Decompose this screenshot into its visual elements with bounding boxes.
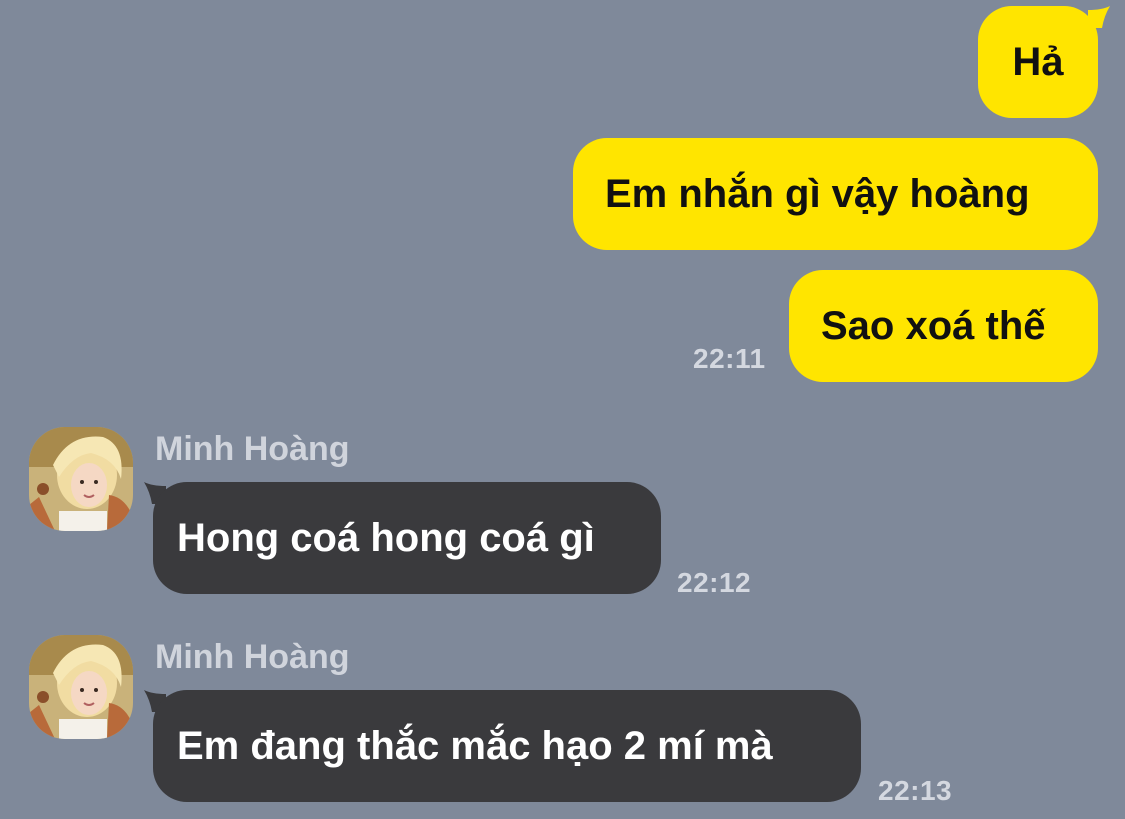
message-text: Sao xoá thế	[821, 304, 1046, 348]
outgoing-message-bubble[interactable]: Em nhắn gì vậy hoàng	[573, 138, 1098, 250]
profile-avatar-icon	[29, 427, 133, 531]
message-timestamp: 22:12	[677, 567, 752, 598]
sender-name: Minh Hoàng	[155, 638, 350, 676]
incoming-message-bubble[interactable]: Em đang thắc mắc hạo 2 mí mà	[153, 690, 861, 802]
message-text: Hả	[1012, 40, 1064, 84]
sender-name: Minh Hoàng	[155, 430, 350, 468]
chat-message-list[interactable]: Hả Em nhắn gì vậy hoàng Sao xoá thế 22:1…	[0, 0, 1125, 819]
message-text: Hong coá hong coá gì	[177, 516, 595, 560]
message-text: Em nhắn gì vậy hoàng	[605, 172, 1030, 216]
incoming-message-bubble[interactable]: Hong coá hong coá gì	[153, 482, 661, 594]
sender-avatar[interactable]	[29, 635, 133, 739]
outgoing-message-bubble[interactable]: Hả	[978, 6, 1098, 118]
message-timestamp: 22:11	[693, 343, 766, 374]
message-text: Em đang thắc mắc hạo 2 mí mà	[177, 724, 773, 768]
message-timestamp: 22:13	[878, 775, 953, 806]
sender-avatar[interactable]	[29, 427, 133, 531]
profile-avatar-icon	[29, 635, 133, 739]
outgoing-message-bubble[interactable]: Sao xoá thế	[789, 270, 1098, 382]
